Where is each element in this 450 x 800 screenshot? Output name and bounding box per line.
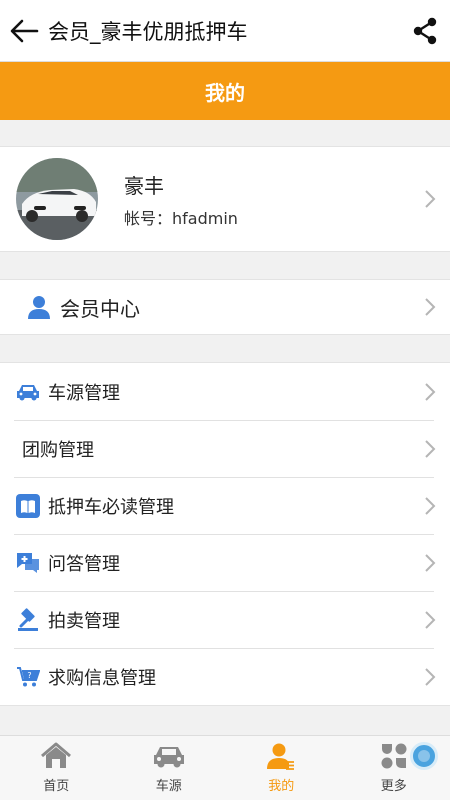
tab-more[interactable]: 更多: [338, 736, 450, 800]
menu-item-label: 车源管理: [48, 382, 120, 404]
member-center-row[interactable]: 会员中心: [0, 279, 450, 335]
person-icon: [26, 295, 52, 319]
chevron-right-icon: [410, 553, 450, 573]
chevron-right-icon: [410, 667, 450, 687]
car-icon: [16, 380, 40, 404]
share-button[interactable]: [400, 0, 450, 62]
menu-item-must-read[interactable]: 抵押车必读管理: [0, 477, 450, 534]
chevron-right-icon: [410, 297, 450, 317]
avatar: [16, 158, 98, 240]
qa-chat-icon: [16, 551, 40, 575]
profile-icon: [267, 741, 295, 771]
menu-item-label: 团购管理: [22, 439, 94, 461]
tab-mine[interactable]: 我的: [225, 736, 338, 800]
tab-more-label: 更多: [380, 779, 407, 794]
menu-item-label: 问答管理: [48, 553, 120, 575]
menu-item-car-source[interactable]: 车源管理: [0, 363, 450, 420]
menu-item-purchase-request[interactable]: ? 求购信息管理: [0, 648, 450, 705]
page-title-bar: 我的: [0, 62, 450, 120]
menu-item-auction[interactable]: 拍卖管理: [0, 591, 450, 648]
book-icon: [16, 493, 40, 518]
bottom-tab-bar: 首页 车源 我的 更多: [0, 735, 450, 800]
floating-assist-button[interactable]: [410, 742, 438, 770]
tab-car-source[interactable]: 车源: [113, 736, 226, 800]
home-icon: [40, 741, 72, 771]
svg-text:?: ?: [27, 671, 31, 680]
chevron-right-icon: [410, 189, 450, 209]
tab-home[interactable]: 首页: [0, 736, 113, 800]
tab-mine-label: 我的: [268, 779, 295, 794]
back-arrow-icon: [10, 19, 39, 42]
chevron-right-icon: [410, 496, 450, 516]
member-center-label: 会员中心: [60, 296, 140, 321]
header-title: 会员_豪丰优朋抵押车: [48, 19, 248, 44]
menu-item-label: 求购信息管理: [48, 667, 156, 689]
car-icon: [153, 741, 185, 771]
management-menu: 车源管理 团购管理 抵押车必读管理 问答管理 拍卖管理 ? 求购信息管理: [0, 362, 450, 706]
profile-name: 豪丰: [124, 173, 164, 198]
profile-account: 帐号：hfadmin: [124, 208, 238, 228]
menu-item-label: 抵押车必读管理: [48, 496, 174, 518]
chevron-right-icon: [410, 439, 450, 459]
back-button[interactable]: [0, 0, 48, 62]
share-icon: [413, 17, 437, 44]
chevron-right-icon: [410, 382, 450, 402]
tab-home-label: 首页: [43, 779, 70, 794]
shopping-cart-icon: ?: [16, 665, 40, 689]
profile-card[interactable]: 豪丰 帐号：hfadmin: [0, 146, 450, 252]
app-header: 会员_豪丰优朋抵押车: [0, 0, 450, 62]
menu-item-qa[interactable]: 问答管理: [0, 534, 450, 591]
tab-car-source-label: 车源: [155, 779, 182, 794]
more-grid-icon: [380, 741, 408, 771]
menu-item-label: 拍卖管理: [48, 610, 120, 632]
page-title: 我的: [205, 80, 245, 105]
chevron-right-icon: [410, 610, 450, 630]
menu-item-group-buy[interactable]: 团购管理: [0, 420, 450, 477]
auction-hammer-icon: [16, 607, 40, 632]
